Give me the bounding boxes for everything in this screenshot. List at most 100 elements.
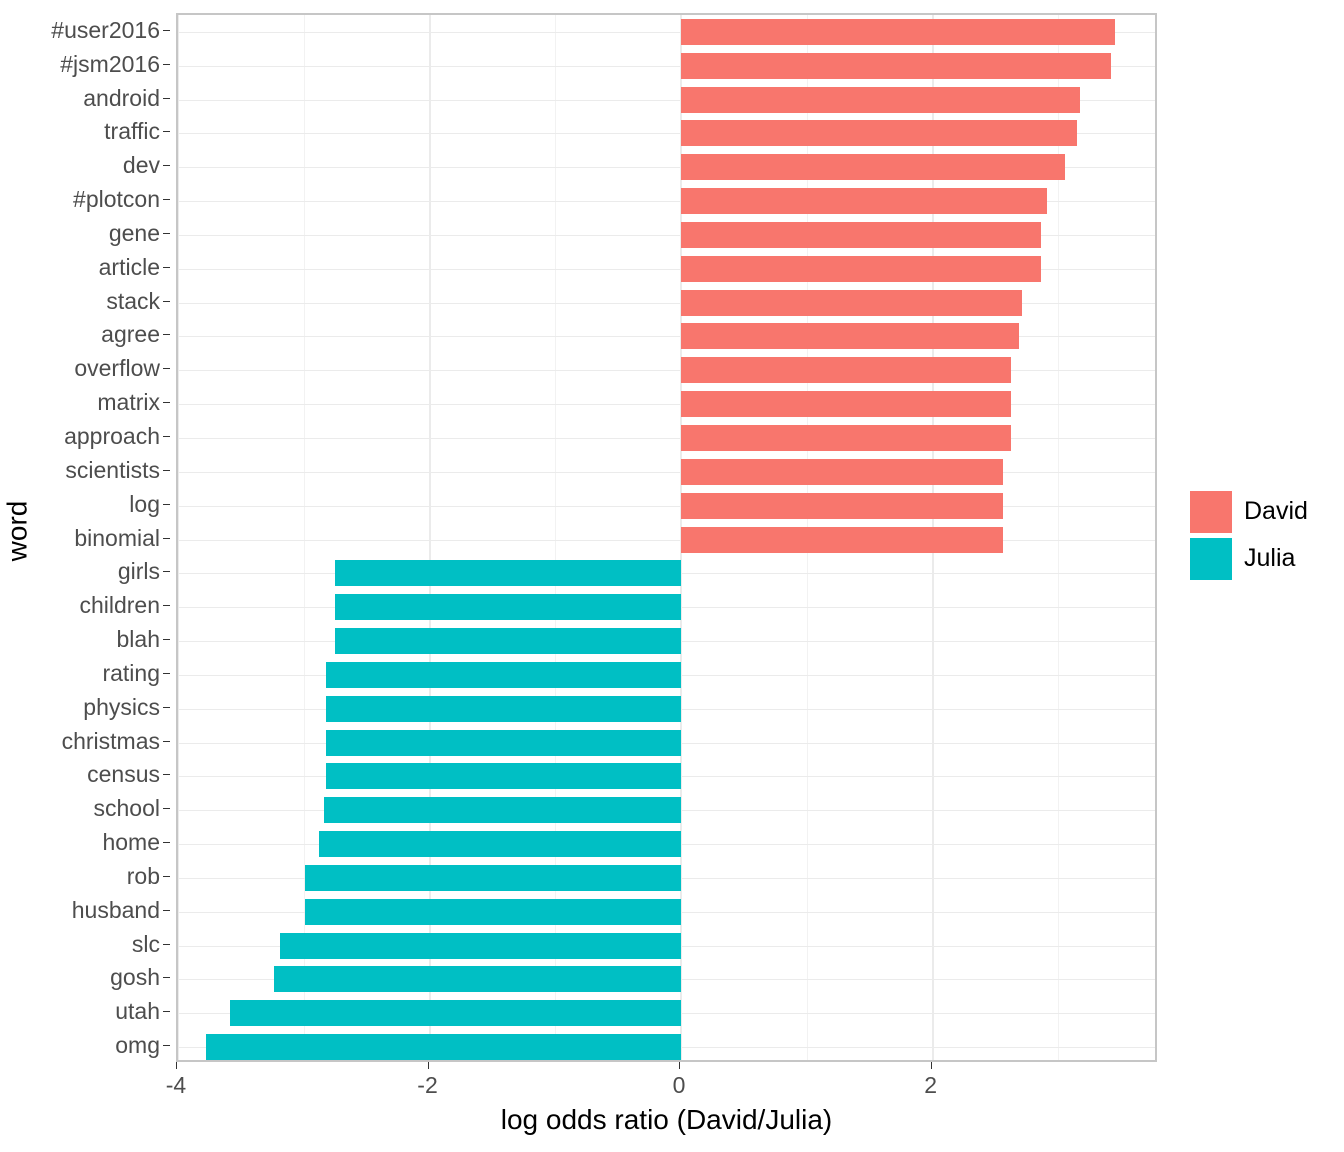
- bar: [681, 255, 1041, 282]
- legend-item: Julia: [1190, 535, 1340, 582]
- bar: [681, 86, 1080, 113]
- y-axis-tick-mark: [163, 301, 170, 302]
- bar: [305, 864, 682, 891]
- bar: [326, 763, 682, 790]
- bar-chart: word #user2016 #jsm2016 android traffic dev #…: [0, 0, 1344, 1152]
- y-axis-tick-mark: [163, 504, 170, 505]
- y-axis-tick-label: utah: [115, 998, 160, 1025]
- y-axis-tick-label: #user2016: [51, 16, 160, 43]
- x-axis-tick-label: -2: [417, 1072, 438, 1098]
- bar: [681, 357, 1011, 384]
- bar: [681, 120, 1078, 147]
- y-axis-tick-label: christmas: [61, 727, 160, 754]
- bar: [681, 458, 1004, 485]
- y-axis-tick-mark: [163, 64, 170, 65]
- y-axis-tick-mark: [163, 673, 170, 674]
- x-axis-tick-mark: [176, 1062, 177, 1069]
- y-axis-tick-mark: [163, 470, 170, 471]
- y-axis-tick-mark: [163, 876, 170, 877]
- y-axis-tick-mark: [163, 1011, 170, 1012]
- bar: [318, 831, 682, 858]
- legend: David Julia: [1190, 488, 1340, 582]
- y-axis-tick-label: agree: [101, 321, 160, 348]
- legend-item: David: [1190, 488, 1340, 535]
- bar: [681, 289, 1022, 316]
- y-axis-tick-mark: [163, 707, 170, 708]
- bar: [326, 661, 682, 688]
- x-axis-tick-label: -4: [165, 1072, 187, 1098]
- y-axis-tick-label: rob: [126, 862, 160, 889]
- gridline-horizontal: [178, 540, 1155, 541]
- y-axis-tick-label: log: [129, 490, 160, 517]
- bar: [681, 221, 1041, 248]
- y-axis-tick-label: matrix: [97, 389, 160, 416]
- y-axis-tick-mark: [163, 233, 170, 234]
- gridline-vertical-major: [178, 15, 179, 1060]
- bar: [323, 797, 682, 824]
- y-axis-tick-label: article: [98, 253, 160, 280]
- y-axis-tick-label: android: [83, 84, 160, 111]
- y-axis-tick-label: gosh: [110, 964, 160, 991]
- bar: [229, 1000, 682, 1027]
- bar: [273, 966, 682, 993]
- y-axis-title: word: [0, 0, 34, 1062]
- y-axis-tick-mark: [163, 571, 170, 572]
- y-axis-tick-mark: [163, 98, 170, 99]
- x-axis-tick-labels: -4 -2 0 2: [166, 1072, 1157, 1102]
- legend-label: Julia: [1244, 544, 1296, 572]
- y-axis-tick-label: stack: [106, 287, 160, 314]
- bar: [681, 424, 1011, 451]
- y-axis-tick-label: #jsm2016: [60, 50, 160, 77]
- bar: [681, 323, 1020, 350]
- x-axis-tick-mark: [679, 1062, 681, 1069]
- bar: [681, 18, 1115, 45]
- y-axis-tick-label: children: [79, 592, 160, 619]
- y-axis-tick-label: school: [93, 795, 160, 822]
- y-axis-tick-label: gene: [108, 219, 160, 246]
- x-axis-title: log odds ratio (David/Julia): [500, 1104, 833, 1135]
- y-axis-tick-mark: [163, 199, 170, 200]
- y-axis-tick-mark: [163, 842, 170, 843]
- y-axis-tick-label: home: [102, 829, 160, 856]
- y-axis-tick-labels: #user2016 #jsm2016 android traffic dev #plotc…: [34, 13, 170, 1062]
- y-axis-tick-label: rating: [102, 659, 160, 686]
- x-axis-tick-label: 0: [672, 1072, 686, 1098]
- y-axis-tick-mark: [163, 605, 170, 606]
- bar: [205, 1034, 682, 1060]
- gridline-horizontal: [178, 506, 1155, 507]
- x-axis-tick-mark: [930, 1062, 932, 1069]
- y-axis-tick-label: approach: [64, 422, 160, 449]
- bar: [305, 898, 682, 925]
- bar: [681, 391, 1011, 418]
- gridline-horizontal: [178, 472, 1155, 473]
- y-axis-tick-mark: [163, 368, 170, 369]
- y-axis-tick-mark: [163, 402, 170, 403]
- y-axis-tick-label: #plotcon: [73, 186, 160, 213]
- x-axis-tick-label: 2: [924, 1072, 938, 1098]
- y-axis-tick-mark: [163, 977, 170, 978]
- y-axis-tick-mark: [163, 30, 170, 31]
- y-axis-tick-mark: [163, 334, 170, 335]
- x-axis-tick-mark: [427, 1062, 429, 1069]
- x-axis-tick-marks: [176, 1062, 1157, 1070]
- y-axis-tick-mark: [163, 639, 170, 640]
- y-axis-tick-label: overflow: [74, 355, 160, 382]
- bar: [681, 526, 1004, 553]
- y-axis-tick-mark: [163, 267, 170, 268]
- y-axis-tick-label: slc: [131, 930, 160, 957]
- bar: [681, 492, 1004, 519]
- legend-color-swatch: [1190, 490, 1232, 533]
- plot-panel: [176, 13, 1157, 1062]
- bar: [326, 695, 682, 722]
- y-axis-tick-label: physics: [83, 693, 160, 720]
- y-axis-tick-mark: [163, 1045, 170, 1046]
- y-axis-tick-label: census: [87, 761, 160, 788]
- y-axis-tick-label: blah: [116, 626, 160, 653]
- bar: [335, 560, 682, 587]
- legend-color-swatch: [1190, 537, 1232, 580]
- legend-label: David: [1244, 497, 1308, 525]
- y-axis-tick-mark: [163, 774, 170, 775]
- y-axis-tick-mark: [163, 131, 170, 132]
- bar: [335, 594, 682, 621]
- y-axis-tick-label: omg: [115, 1032, 160, 1059]
